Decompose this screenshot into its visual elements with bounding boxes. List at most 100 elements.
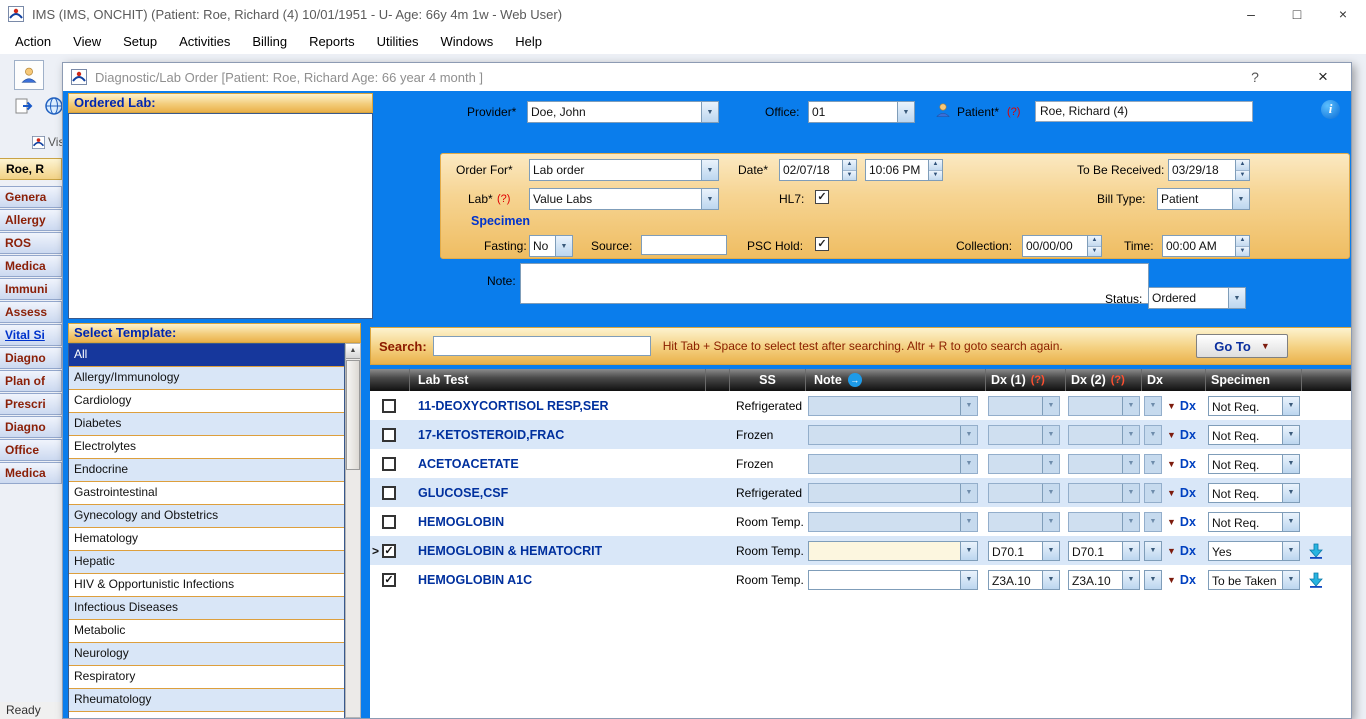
spin-down-icon[interactable]: ▼ bbox=[843, 171, 856, 181]
note-select[interactable]: ▼ bbox=[808, 454, 978, 474]
specimen-select[interactable]: Not Req.▼ bbox=[1208, 396, 1300, 416]
dx-expand-icon[interactable]: ▼ bbox=[1167, 401, 1176, 411]
template-scrollbar[interactable]: ▲ bbox=[345, 343, 361, 718]
specimen-select[interactable]: Yes▼ bbox=[1208, 541, 1300, 561]
sidebar-item[interactable]: Prescri bbox=[0, 393, 62, 415]
collection-date-spinner[interactable]: 00/00/00▲▼ bbox=[1022, 235, 1102, 257]
template-item[interactable]: Infectious Diseases bbox=[69, 597, 344, 620]
sidebar-item[interactable]: Medica bbox=[0, 462, 62, 484]
dropdown-arrow-icon[interactable]: ▼ bbox=[1282, 455, 1299, 473]
menu-windows[interactable]: Windows bbox=[430, 34, 505, 49]
template-item[interactable]: Allergy/Immunology bbox=[69, 367, 344, 390]
scroll-thumb[interactable] bbox=[346, 360, 360, 470]
goto-button[interactable]: Go To▼ bbox=[1196, 334, 1288, 358]
dx1-help-link[interactable]: (?) bbox=[1031, 374, 1045, 386]
lab-test-checkbox[interactable] bbox=[382, 486, 396, 500]
dropdown-arrow-icon[interactable]: ▼ bbox=[1282, 513, 1299, 531]
template-item[interactable]: All bbox=[69, 344, 344, 367]
template-item[interactable]: Gynecology and Obstetrics bbox=[69, 505, 344, 528]
lab-select[interactable]: Value Labs▼ bbox=[529, 188, 719, 210]
lab-help-link[interactable]: (?) bbox=[497, 193, 510, 205]
dropdown-arrow-icon[interactable]: ▼ bbox=[960, 484, 977, 502]
dialog-help-button[interactable]: ? bbox=[1243, 67, 1267, 87]
bill-type-select[interactable]: Patient▼ bbox=[1157, 188, 1250, 210]
patient-tab[interactable]: Roe, R bbox=[0, 158, 62, 180]
date-spinner[interactable]: 02/07/18▲▼ bbox=[779, 159, 857, 181]
dropdown-arrow-icon[interactable]: ▼ bbox=[960, 397, 977, 415]
note-select[interactable]: ▼ bbox=[808, 483, 978, 503]
template-item[interactable]: Respiratory bbox=[69, 666, 344, 689]
dx-expand-icon[interactable]: ▼ bbox=[1167, 430, 1176, 440]
dropdown-arrow-icon[interactable]: ▼ bbox=[960, 571, 977, 589]
spin-down-icon[interactable]: ▼ bbox=[929, 171, 942, 181]
spin-down-icon[interactable]: ▼ bbox=[1088, 247, 1101, 257]
menu-reports[interactable]: Reports bbox=[298, 34, 366, 49]
menu-activities[interactable]: Activities bbox=[168, 34, 241, 49]
dx-more-select[interactable]: ▼ bbox=[1144, 570, 1162, 590]
specimen-select[interactable]: Not Req.▼ bbox=[1208, 425, 1300, 445]
menu-action[interactable]: Action bbox=[4, 34, 62, 49]
sidebar-item[interactable]: Genera bbox=[0, 186, 62, 208]
dropdown-arrow-icon[interactable]: ▼ bbox=[1282, 571, 1299, 589]
dx-expand-icon[interactable]: ▼ bbox=[1167, 459, 1176, 469]
template-item[interactable]: Cardiology bbox=[69, 390, 344, 413]
dx-expand-icon[interactable]: ▼ bbox=[1167, 517, 1176, 527]
dropdown-arrow-icon[interactable]: ▼ bbox=[1282, 397, 1299, 415]
hl7-checkbox[interactable]: ✓ bbox=[815, 190, 829, 204]
dx2-select[interactable]: ▼ bbox=[1068, 483, 1140, 503]
sidebar-item[interactable]: Medica bbox=[0, 255, 62, 277]
note-select[interactable]: ▼ bbox=[808, 570, 978, 590]
dropdown-arrow-icon[interactable]: ▼ bbox=[1282, 542, 1299, 560]
dropdown-arrow-icon[interactable]: ▼ bbox=[1232, 189, 1249, 209]
dropdown-arrow-icon[interactable]: ▼ bbox=[1145, 542, 1161, 560]
template-item[interactable]: Neurology bbox=[69, 643, 344, 666]
sidebar-item[interactable]: Plan of bbox=[0, 370, 62, 392]
dx1-select[interactable]: D70.1▼ bbox=[988, 541, 1060, 561]
sidebar-item[interactable]: Vital Si bbox=[0, 324, 62, 346]
note-select[interactable]: ▼ bbox=[808, 541, 978, 561]
template-item[interactable]: Electrolytes bbox=[69, 436, 344, 459]
dx2-select[interactable]: ▼ bbox=[1068, 512, 1140, 532]
specimen-select[interactable]: Not Req.▼ bbox=[1208, 454, 1300, 474]
lab-test-checkbox[interactable] bbox=[382, 457, 396, 471]
dx-expand-icon[interactable]: ▼ bbox=[1167, 546, 1176, 556]
patient-lookup-button[interactable] bbox=[14, 60, 44, 90]
office-select[interactable]: 01▼ bbox=[808, 101, 915, 123]
dropdown-arrow-icon[interactable]: ▼ bbox=[1145, 484, 1161, 502]
dropdown-arrow-icon[interactable]: ▼ bbox=[960, 542, 977, 560]
dx-more-select[interactable]: ▼ bbox=[1144, 512, 1162, 532]
dropdown-arrow-icon[interactable]: ▼ bbox=[1122, 397, 1139, 415]
dx-more-select[interactable]: ▼ bbox=[1144, 483, 1162, 503]
dropdown-arrow-icon[interactable]: ▼ bbox=[1145, 455, 1161, 473]
menu-billing[interactable]: Billing bbox=[241, 34, 298, 49]
dx2-select[interactable]: D70.1▼ bbox=[1068, 541, 1140, 561]
dropdown-arrow-icon[interactable]: ▼ bbox=[1145, 397, 1161, 415]
dropdown-arrow-icon[interactable]: ▼ bbox=[701, 102, 718, 122]
menu-setup[interactable]: Setup bbox=[112, 34, 168, 49]
dx1-select[interactable]: ▼ bbox=[988, 512, 1060, 532]
dx1-select[interactable]: ▼ bbox=[988, 425, 1060, 445]
close-button[interactable]: × bbox=[1320, 0, 1366, 28]
menu-help[interactable]: Help bbox=[504, 34, 553, 49]
lab-test-checkbox[interactable] bbox=[382, 428, 396, 442]
dx-more-select[interactable]: ▼ bbox=[1144, 454, 1162, 474]
send-to-lab-icon[interactable] bbox=[1308, 543, 1324, 559]
dx-more-select[interactable]: ▼ bbox=[1144, 541, 1162, 561]
dropdown-arrow-icon[interactable]: ▼ bbox=[960, 455, 977, 473]
dropdown-arrow-icon[interactable]: ▼ bbox=[1145, 571, 1161, 589]
dx-expand-icon[interactable]: ▼ bbox=[1167, 575, 1176, 585]
dx1-select[interactable]: Z3A.10▼ bbox=[988, 570, 1060, 590]
dx-more-select[interactable]: ▼ bbox=[1144, 396, 1162, 416]
dropdown-arrow-icon[interactable]: ▼ bbox=[897, 102, 914, 122]
dropdown-arrow-icon[interactable]: ▼ bbox=[1042, 397, 1059, 415]
spin-down-icon[interactable]: ▼ bbox=[1236, 171, 1249, 181]
sidebar-item[interactable]: Assess bbox=[0, 301, 62, 323]
fasting-select[interactable]: No▼ bbox=[529, 235, 573, 257]
scroll-up-icon[interactable]: ▲ bbox=[346, 344, 360, 359]
note-select[interactable]: ▼ bbox=[808, 512, 978, 532]
specimen-select[interactable]: Not Req.▼ bbox=[1208, 512, 1300, 532]
sidebar-item[interactable]: Office bbox=[0, 439, 62, 461]
dropdown-arrow-icon[interactable]: ▼ bbox=[1282, 426, 1299, 444]
to-be-received-spinner[interactable]: 03/29/18▲▼ bbox=[1168, 159, 1250, 181]
template-item[interactable]: Hematology bbox=[69, 528, 344, 551]
